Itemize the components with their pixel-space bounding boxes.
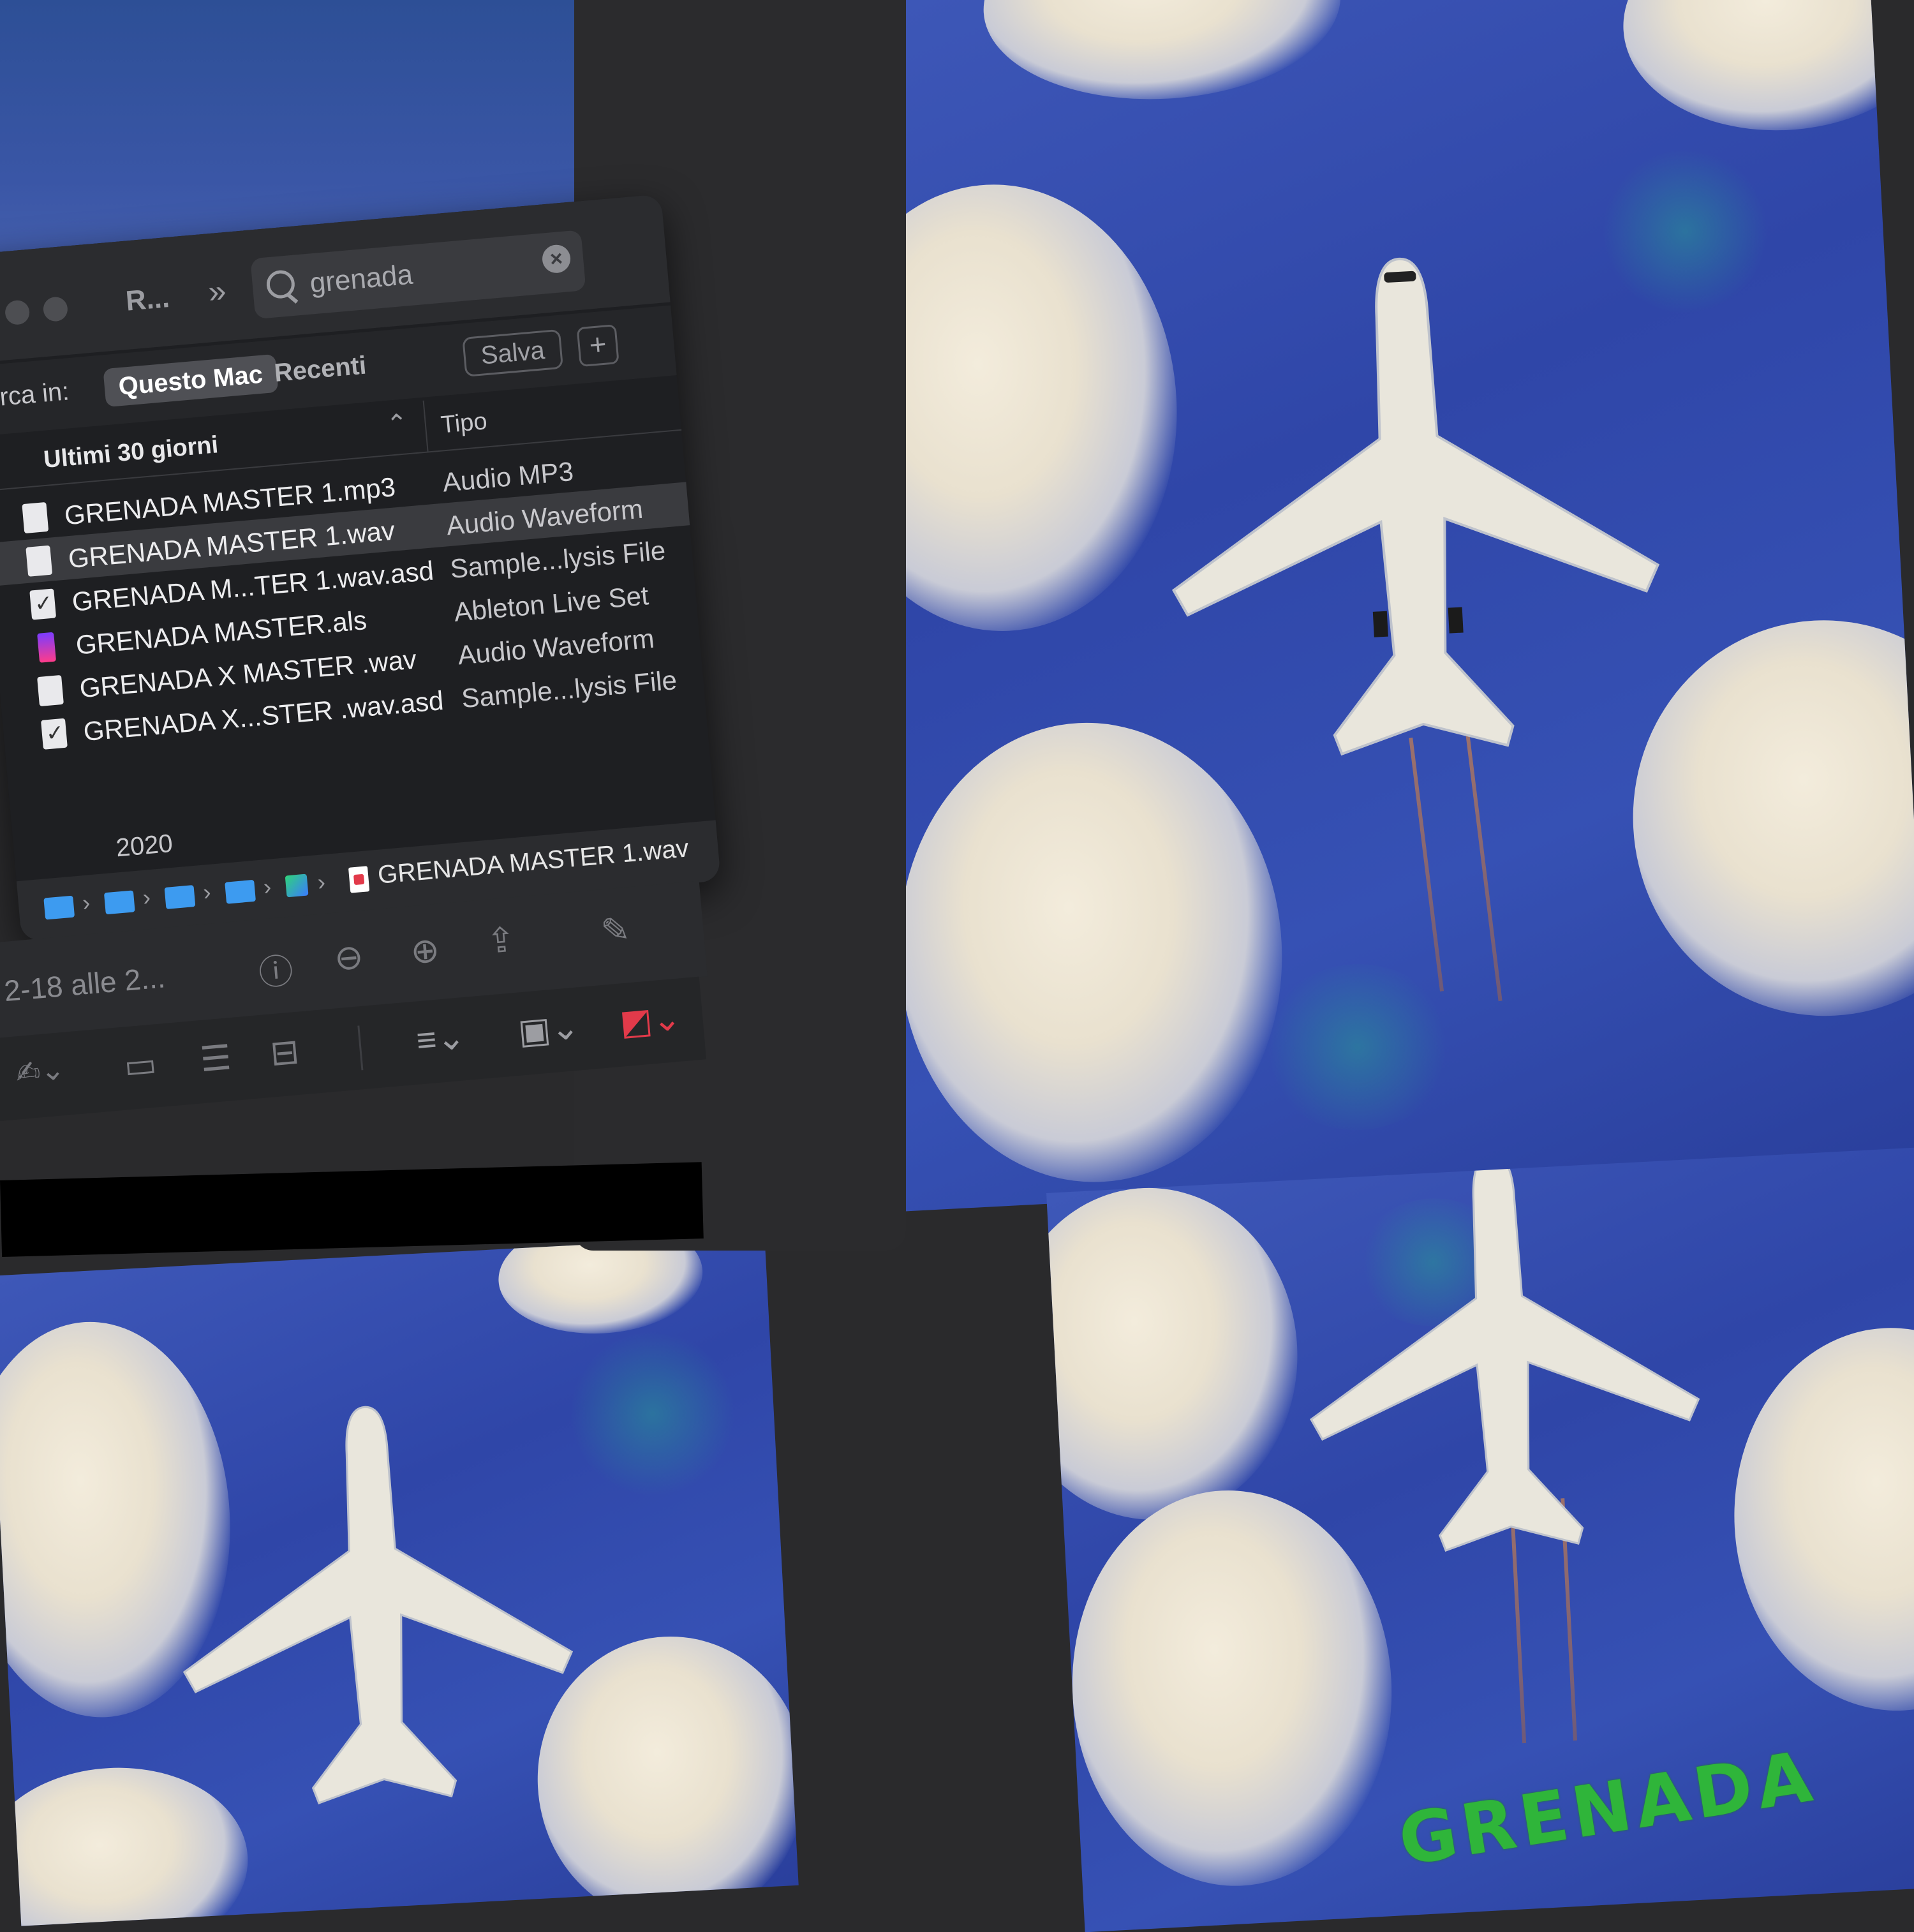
add-criteria-button[interactable]: + bbox=[576, 324, 619, 368]
painting-bottom-left bbox=[0, 1235, 799, 1926]
signature-icon[interactable]: ✍⌄ bbox=[14, 1051, 66, 1090]
search-input[interactable]: grenada bbox=[309, 259, 414, 300]
zoom-in-icon[interactable]: ⊕ bbox=[409, 930, 441, 972]
file-list: GRENADA MASTER 1.mp3 Audio MP3 GRENADA M… bbox=[0, 439, 705, 759]
document-check-icon bbox=[29, 588, 57, 620]
window-title: R... bbox=[124, 281, 171, 317]
scope-this-mac[interactable]: Questo Mac bbox=[103, 353, 279, 408]
name-column-header[interactable]: Ultimi 30 giorni bbox=[43, 431, 219, 474]
sort-ascending-icon[interactable]: ⌃ bbox=[385, 408, 409, 440]
airplane-image-2 bbox=[1310, 1153, 1700, 1552]
markup-pen-icon[interactable]: ✎ bbox=[599, 909, 632, 952]
zoom-out-icon[interactable]: ⊖ bbox=[332, 936, 365, 979]
type-column-header[interactable]: Tipo bbox=[440, 408, 488, 439]
painting-main bbox=[823, 0, 1914, 1212]
scope-recents[interactable]: Recenti bbox=[258, 345, 382, 394]
wav-file-icon bbox=[348, 866, 370, 893]
search-icon bbox=[265, 269, 296, 300]
path-file-name[interactable]: GRENADA MASTER 1.wav bbox=[376, 834, 690, 889]
lines-icon[interactable]: ≡⌄ bbox=[415, 1016, 467, 1060]
clear-search-icon[interactable]: × bbox=[541, 243, 572, 274]
group-year-label: 2020 bbox=[115, 829, 174, 863]
layout-icon[interactable]: ⊟ bbox=[269, 1031, 301, 1074]
document-check-icon bbox=[41, 718, 68, 750]
color-icon[interactable]: ◩⌄ bbox=[618, 997, 683, 1043]
ableton-folder-icon[interactable] bbox=[285, 873, 309, 898]
zoom-button[interactable] bbox=[42, 295, 69, 323]
search-field[interactable]: grenada × bbox=[250, 230, 586, 320]
finder-window: R... » grenada × rca in: Questo Mac Rece… bbox=[0, 194, 721, 942]
folder-icon[interactable] bbox=[43, 895, 75, 920]
minimize-button[interactable] bbox=[4, 299, 31, 326]
audio-file-icon bbox=[37, 674, 64, 707]
audio-file-icon bbox=[26, 545, 53, 577]
airplane-image bbox=[1171, 257, 1660, 756]
info-icon[interactable]: ⓘ bbox=[256, 942, 295, 995]
folder-icon[interactable] bbox=[225, 879, 256, 904]
share-icon[interactable]: ⇪ bbox=[485, 919, 517, 962]
ableton-file-icon bbox=[37, 632, 57, 663]
scope-label: rca in: bbox=[0, 377, 71, 412]
audio-file-icon bbox=[22, 502, 49, 534]
folder-icon[interactable] bbox=[164, 885, 196, 909]
window-icon[interactable]: ▭ bbox=[122, 1043, 158, 1086]
preview-date-text: 2-18 alle 2... bbox=[3, 960, 167, 1008]
desktop: { "finder": { "window_title": "R...", "s… bbox=[0, 0, 1914, 1932]
adjust-icon[interactable]: ☰ bbox=[198, 1037, 233, 1080]
more-chevron-icon[interactable]: » bbox=[207, 272, 228, 310]
save-search-button[interactable]: Salva bbox=[462, 329, 564, 377]
airplane-image-3 bbox=[182, 1406, 574, 1804]
folder-icon[interactable] bbox=[103, 890, 135, 915]
border-icon[interactable]: ▣⌄ bbox=[516, 1006, 581, 1051]
